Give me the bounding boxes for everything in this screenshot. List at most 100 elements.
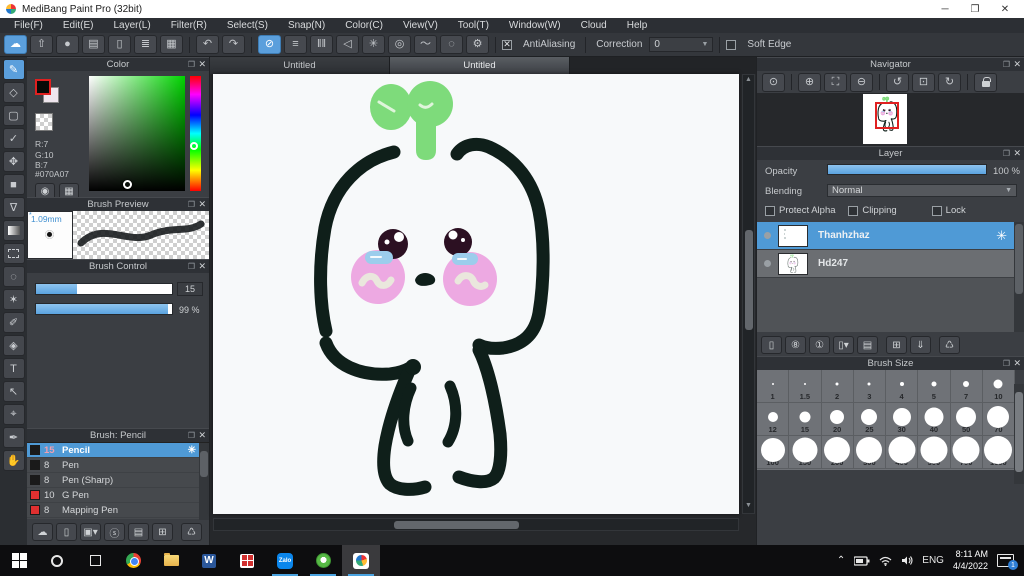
- popout-icon[interactable]: ❐: [1003, 60, 1010, 69]
- snap-vanishing-button[interactable]: ◁: [336, 35, 359, 54]
- close-button[interactable]: ✕: [990, 0, 1020, 18]
- brush-size-cell[interactable]: 7: [950, 370, 983, 403]
- brush-row-mapping-pen[interactable]: 8 Mapping Pen: [27, 503, 200, 518]
- move-tool[interactable]: ✥: [2, 151, 25, 172]
- select-pen-tool[interactable]: ✐: [2, 312, 25, 333]
- delete-brush-button[interactable]: ♺: [181, 523, 202, 541]
- brush-row-pen-sharp[interactable]: 8 Pen (Sharp): [27, 473, 200, 488]
- close-icon[interactable]: ✕: [198, 199, 206, 210]
- brush-size-cell[interactable]: 3: [853, 370, 886, 403]
- shape-tool[interactable]: ▢: [2, 105, 25, 126]
- scrollbar-thumb[interactable]: [1015, 392, 1023, 472]
- scrollbar-thumb[interactable]: [1015, 224, 1023, 294]
- menu-file[interactable]: File(F): [4, 18, 53, 33]
- navigator-preview[interactable]: [757, 93, 1024, 146]
- speaker-icon[interactable]: [901, 555, 913, 566]
- snap-curve-button[interactable]: 〜: [414, 35, 437, 54]
- duplicate-layer-button[interactable]: ⊞: [886, 336, 907, 354]
- clipping-checkbox[interactable]: [848, 205, 859, 216]
- tab-untitled-2[interactable]: Untitled: [390, 57, 570, 74]
- layer-opacity-slider[interactable]: [827, 164, 987, 175]
- gradient-tool[interactable]: [2, 220, 25, 241]
- add-brush-image-button[interactable]: ▣▾: [80, 523, 101, 541]
- hue-handle[interactable]: [190, 142, 198, 150]
- brush-folder-button[interactable]: ▤: [128, 523, 149, 541]
- brush-size-cell[interactable]: 12: [757, 403, 790, 436]
- div-eyedropper-tool[interactable]: ✒: [2, 427, 25, 448]
- brush-size-scrollbar[interactable]: [1014, 384, 1024, 484]
- brush-size-cell[interactable]: 40: [918, 403, 951, 436]
- minimize-button[interactable]: ─: [930, 0, 960, 18]
- menu-edit[interactable]: Edit(E): [53, 18, 104, 33]
- lock-checkbox[interactable]: [931, 205, 942, 216]
- layer-visibility-icon[interactable]: [764, 260, 771, 267]
- brush-size-cell[interactable]: 5: [918, 370, 951, 403]
- cloud-brush-button[interactable]: ☁: [32, 523, 53, 541]
- popout-icon[interactable]: ❐: [1003, 359, 1010, 368]
- close-icon[interactable]: ✕: [1013, 358, 1021, 369]
- menu-cloud[interactable]: Cloud: [571, 18, 617, 33]
- close-icon[interactable]: ✕: [198, 59, 206, 70]
- tab-untitled-1[interactable]: Untitled: [210, 57, 390, 74]
- add-brush-button[interactable]: ▯: [56, 523, 77, 541]
- close-icon[interactable]: ✕: [198, 430, 206, 441]
- snap-parallel-button[interactable]: ≡: [284, 35, 307, 54]
- taskbar-chrome[interactable]: [114, 545, 152, 576]
- add-8bit-layer-button[interactable]: ⑧: [785, 336, 806, 354]
- popout-icon[interactable]: ❐: [188, 60, 195, 69]
- rotate-right-button[interactable]: ↻: [938, 72, 961, 92]
- fit-screen-button[interactable]: ⛶: [824, 72, 847, 92]
- taskbar-zalo[interactable]: Zalo: [266, 545, 304, 576]
- polyline-tool[interactable]: ✓: [2, 128, 25, 149]
- taskbar-unikey[interactable]: [228, 545, 266, 576]
- canvas-horizontal-scrollbar[interactable]: [213, 518, 739, 531]
- brush-row-pencil[interactable]: 15 Pencil ✳: [27, 443, 200, 458]
- blending-dropdown[interactable]: Normal ▼: [827, 184, 1017, 197]
- snap-off-button[interactable]: ⊘: [258, 35, 281, 54]
- eyedropper-tool[interactable]: ⌖: [2, 404, 25, 425]
- brush-size-cell[interactable]: 15: [789, 403, 822, 436]
- history-button[interactable]: ≣: [134, 35, 157, 54]
- hand-tool[interactable]: ✋: [2, 450, 25, 471]
- cloud-save-button[interactable]: ☁: [4, 35, 27, 54]
- comment-list-button[interactable]: ▤: [82, 35, 105, 54]
- add-layer-menu-button[interactable]: ▯▾: [833, 336, 854, 354]
- menu-select[interactable]: Select(S): [217, 18, 278, 33]
- brush-size-cell[interactable]: 1: [757, 370, 790, 403]
- scrollbar-thumb[interactable]: [394, 521, 519, 529]
- action-center-button[interactable]: 1: [997, 554, 1018, 570]
- brush-size-cell[interactable]: 20: [821, 403, 854, 436]
- close-icon[interactable]: ✕: [1013, 148, 1021, 159]
- snap-ellipse-button[interactable]: ◌: [440, 35, 463, 54]
- undo-button[interactable]: ↶: [196, 35, 219, 54]
- taskbar-clock[interactable]: 8:11 AM 4/4/2022: [953, 549, 988, 572]
- bucket-tool[interactable]: ∇: [2, 197, 25, 218]
- brush-size-value[interactable]: 15: [177, 282, 203, 296]
- snap-concentric-button[interactable]: ◎: [388, 35, 411, 54]
- zoom-out-button[interactable]: ⊖: [850, 72, 873, 92]
- brush-list-scrollbar[interactable]: [199, 443, 209, 520]
- menu-tool[interactable]: Tool(T): [448, 18, 499, 33]
- grid-view-button[interactable]: ▦: [160, 35, 183, 54]
- brush-size-slider[interactable]: [35, 283, 173, 295]
- brush-size-cell[interactable]: 1.5: [789, 370, 822, 403]
- menu-help[interactable]: Help: [617, 18, 658, 33]
- export-button[interactable]: ⇧: [30, 35, 53, 54]
- popout-icon[interactable]: ❐: [188, 431, 195, 440]
- add-layer-button[interactable]: ▯: [761, 336, 782, 354]
- merge-layer-button[interactable]: ⇓: [910, 336, 931, 354]
- navigator-view-rect[interactable]: [875, 102, 899, 129]
- select-tool[interactable]: [2, 243, 25, 264]
- saturation-value-picker[interactable]: [89, 76, 185, 191]
- brush-size-cell[interactable]: 200: [821, 436, 854, 469]
- menu-window[interactable]: Window(W): [499, 18, 571, 33]
- menu-filter[interactable]: Filter(R): [161, 18, 217, 33]
- brush-size-cell[interactable]: 300: [853, 436, 886, 469]
- brush-row-gpen[interactable]: 10 G Pen: [27, 488, 200, 503]
- brush-size-cell[interactable]: 500: [918, 436, 951, 469]
- close-icon[interactable]: ✕: [1013, 59, 1021, 70]
- menu-layer[interactable]: Layer(L): [103, 18, 160, 33]
- reset-rotation-button[interactable]: ⊡: [912, 72, 935, 92]
- add-1bit-layer-button[interactable]: ①: [809, 336, 830, 354]
- brush-size-cell[interactable]: 700: [950, 436, 983, 469]
